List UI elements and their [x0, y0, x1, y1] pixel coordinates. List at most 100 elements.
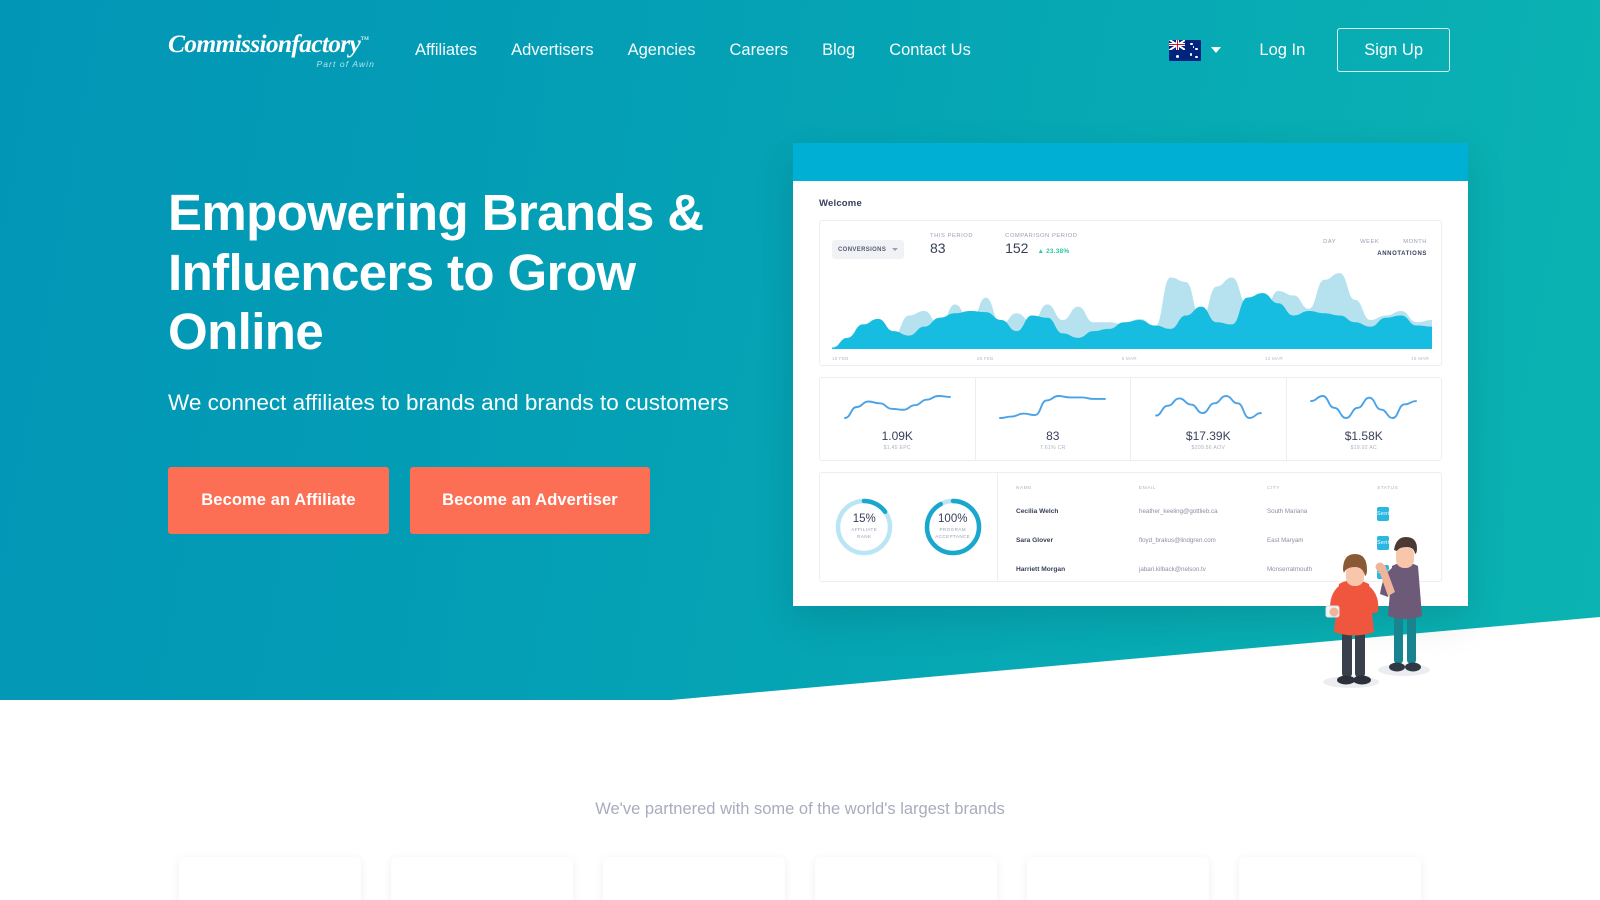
column-header-name: NAME — [1016, 486, 1032, 491]
comparison-period-row: 152 ▲ 23.38% — [1005, 239, 1077, 256]
flag-star-5 — [1192, 46, 1195, 48]
sparkline-chart — [843, 394, 951, 419]
metric-sublabel: $209.56 AOV — [1191, 444, 1226, 451]
site-header: Commissionfactory™ Part of Awin Affiliat… — [0, 0, 1600, 100]
metric-value: $1.58K — [1344, 428, 1383, 443]
brand-logo[interactable]: Commissionfactory™ Part of Awin — [168, 31, 380, 69]
nav-affiliates[interactable]: Affiliates — [398, 41, 494, 60]
comparison-delta: ▲ 23.38% — [1037, 248, 1069, 255]
chevron-down-icon — [1211, 47, 1222, 53]
sparkline-path — [999, 394, 1107, 419]
x-tick-3: 12 MAR — [1265, 356, 1283, 361]
login-link[interactable]: Log In — [1259, 41, 1305, 60]
annotations-label[interactable]: ANNOTATIONS — [1377, 251, 1427, 257]
people-illustration — [1323, 537, 1430, 688]
table-header-row: NAME EMAIL CITY STATUS — [1016, 486, 1427, 491]
nav-advertisers[interactable]: Advertisers — [494, 41, 611, 60]
metric-value: $17.39K — [1185, 428, 1231, 443]
comparison-period-value: 152 — [1005, 240, 1029, 256]
period-toggle-month[interactable]: MONTH — [1403, 239, 1427, 245]
column-header-status: STATUS — [1377, 486, 1399, 491]
brand-trademark-symbol: ™ — [360, 34, 369, 45]
sparkline-chart — [1310, 394, 1418, 419]
donut-percent: 15% — [852, 513, 876, 526]
cell-email: heather_keeling@gottlieb.ca — [1139, 507, 1218, 515]
become-an-advertiser-button[interactable]: Become an Advertiser — [410, 466, 650, 534]
hero-heading-line-3: Online — [168, 303, 324, 361]
partner-logo-card[interactable] — [1027, 857, 1209, 900]
chevron-down-icon — [892, 248, 898, 251]
flag-star-3 — [1189, 53, 1193, 56]
nav-agencies[interactable]: Agencies — [611, 41, 713, 60]
signup-button[interactable]: Sign Up — [1337, 27, 1450, 73]
conversions-area-chart — [832, 273, 1432, 349]
partners-section: We've partnered with some of the world's… — [0, 760, 1600, 900]
nav-contact-us[interactable]: Contact Us — [872, 41, 988, 60]
flag-star-2 — [1195, 47, 1198, 51]
program-acceptance-donut: 100% PROGRAM ACCEPTANCE — [922, 496, 984, 558]
metric-card: 1.09K $1.45 EPC — [820, 378, 976, 460]
hero-subheading: We connect affiliates to brands and bran… — [168, 389, 729, 415]
donut-label-line1: PROGRAM — [939, 527, 967, 533]
cell-email: floyd_brakus@lindgren.com — [1139, 536, 1216, 544]
partners-heading: We've partnered with some of the world's… — [595, 800, 1005, 818]
flag-star-1 — [1190, 42, 1194, 46]
column-header-email: EMAIL — [1139, 486, 1156, 491]
donut-center-text: 100% PROGRAM ACCEPTANCE — [922, 496, 984, 558]
period-toggle-group: DAY WEEK MONTH — [1323, 233, 1429, 245]
brand-wordmark: Commissionfactory™ — [168, 31, 380, 57]
this-period-value: 83 — [930, 240, 946, 256]
nav-careers[interactable]: Careers — [712, 41, 805, 60]
donut-label-line1: AFFILIATE — [851, 527, 878, 533]
hero-heading-line-2: Influencers to Grow — [168, 243, 636, 301]
metric-card: $1.58K $19.02 AC — [1287, 378, 1442, 460]
brand-wordmark-text: Commissionfactory — [168, 29, 361, 59]
partner-logos-row — [0, 857, 1600, 900]
sparkline-path — [1310, 394, 1418, 419]
partner-logo-card[interactable] — [391, 857, 573, 900]
cell-email: jabari.kilback@nelson.tv — [1139, 565, 1206, 573]
partner-logo-card[interactable] — [603, 857, 785, 900]
metric-card: 83 7.61% CR — [976, 378, 1131, 460]
metric-sublabel: $1.45 EPC — [883, 444, 911, 451]
page-title: Empowering Brands & Influencers to Grow … — [168, 183, 788, 362]
donut-label-line2: ACCEPTANCE — [935, 534, 971, 539]
comparison-period-kpi: COMPARISON PERIOD 152 ▲ 23.38% — [1005, 233, 1077, 256]
metric-value: 1.09K — [881, 428, 913, 443]
donut-label-line2: RANK — [857, 534, 872, 539]
comparison-delta-value: 23.38% — [1046, 248, 1070, 255]
australia-flag-icon — [1169, 39, 1202, 61]
donut-label: AFFILIATE RANK — [851, 527, 877, 540]
person-right — [1375, 537, 1422, 672]
brand-tagline: Part of Awin — [316, 58, 375, 69]
partner-logo-card[interactable] — [815, 857, 997, 900]
period-toggle-week[interactable]: WEEK — [1360, 239, 1379, 245]
metric-sublabel: 7.61% CR — [1039, 444, 1066, 451]
become-an-affiliate-button[interactable]: Become an Affiliate — [168, 466, 389, 534]
language-selector[interactable] — [1165, 34, 1225, 67]
hero-heading-line-1: Empowering Brands & — [168, 184, 704, 241]
column-header-city: CITY — [1267, 486, 1280, 491]
partner-logo-card[interactable] — [1239, 857, 1421, 900]
period-toggle-day[interactable]: DAY — [1323, 239, 1336, 245]
conversions-chart-panel: CONVERSIONS THIS PERIOD 83 COMPARISON PE… — [819, 220, 1442, 366]
chart-x-axis: 19 FEB 26 FEB 5 MAR 12 MAR 19 MAR — [832, 356, 1429, 361]
cell-name: Harriett Morgan — [1016, 565, 1066, 573]
nav-blog[interactable]: Blog — [805, 41, 872, 60]
person-left — [1325, 554, 1379, 685]
metric-value: 83 — [1046, 428, 1060, 443]
metrics-panel: 1.09K $1.45 EPC 83 7.61% CR $17.39K $209… — [819, 377, 1442, 461]
partner-logo-card[interactable] — [179, 857, 361, 900]
this-period-label: THIS PERIOD — [930, 233, 974, 239]
hero-section: Empowering Brands & Influencers to Grow … — [168, 183, 788, 534]
metric-select[interactable]: CONVERSIONS — [832, 240, 904, 259]
dashboard-titlebar — [793, 143, 1468, 181]
x-tick-0: 19 FEB — [832, 356, 849, 361]
donut-center-text: 15% AFFILIATE RANK — [833, 496, 895, 558]
x-tick-2: 5 MAR — [1121, 356, 1137, 361]
metric-select-value: CONVERSIONS — [838, 246, 887, 253]
metric-card: $17.39K $209.56 AOV — [1131, 378, 1287, 460]
sparkline-path — [1154, 394, 1262, 419]
sparkline-chart — [999, 394, 1107, 419]
trend-up-icon: ▲ — [1037, 248, 1045, 255]
